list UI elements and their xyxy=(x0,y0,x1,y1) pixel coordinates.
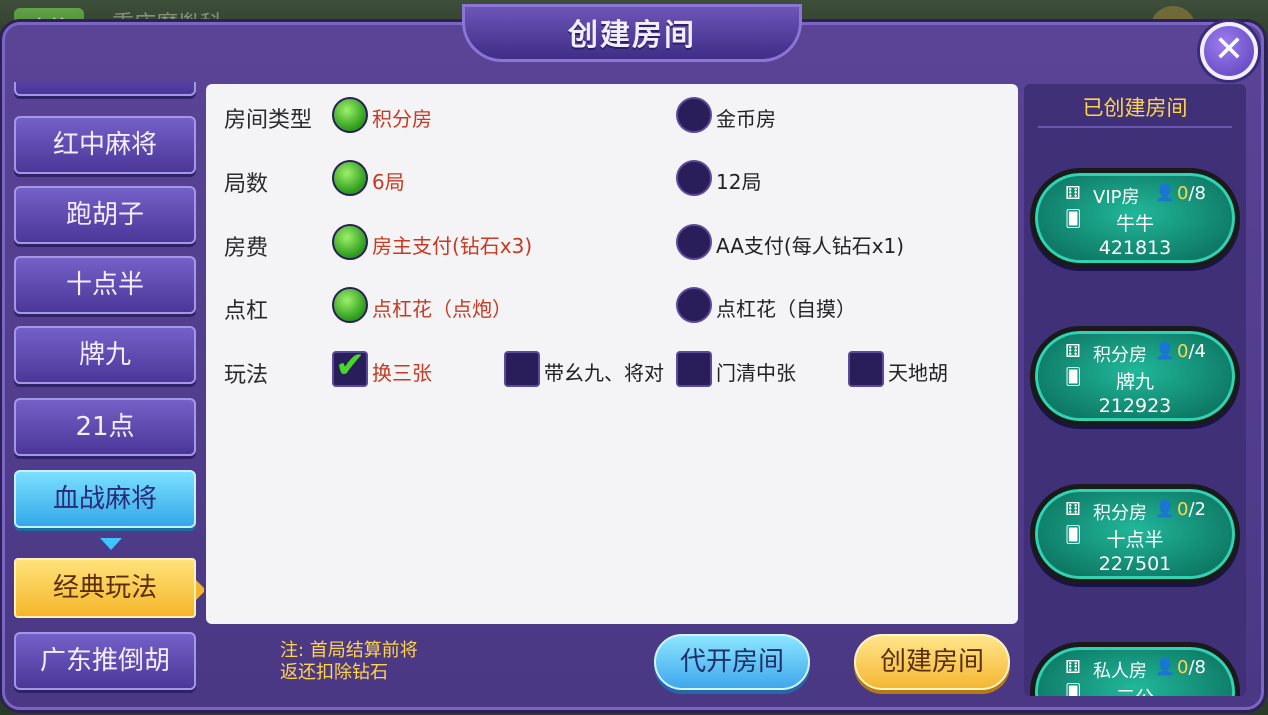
dice-icon: ⚅ xyxy=(1065,499,1081,520)
room-card[interactable]: ⚅ 私人房 👤 0/8 🂠 三公 xyxy=(1030,642,1240,696)
room-game-name: 牌九 xyxy=(1115,371,1154,393)
proxy-open-room-button[interactable]: 代开房间 xyxy=(654,634,810,690)
room-type: 私人房 xyxy=(1093,661,1147,682)
option-text-huan-san-zhang: 换三张 xyxy=(372,361,432,385)
created-rooms-title: 已创建房间 xyxy=(1082,96,1188,120)
room-type: 积分房 xyxy=(1093,503,1147,524)
room-player-count: 0/8 xyxy=(1177,657,1206,678)
radio-room-type-score[interactable] xyxy=(332,97,368,133)
room-game-name: 十点半 xyxy=(1106,529,1164,551)
fee-note-line-2: 返还扣除钻石 xyxy=(280,662,388,683)
option-text-dian-gang-zimo: 点杠花（自摸） xyxy=(716,297,856,321)
radio-fee-owner[interactable] xyxy=(332,224,368,260)
radio-rounds-12[interactable] xyxy=(676,160,712,196)
create-room-button[interactable]: 创建房间 xyxy=(854,634,1010,690)
close-button[interactable]: ✕ xyxy=(1200,22,1258,80)
room-player-count: 0/2 xyxy=(1177,499,1206,520)
radio-dian-gang-zimo[interactable] xyxy=(676,287,712,323)
option-label-room-type: 房间类型 xyxy=(224,108,313,133)
option-text-score-room: 积分房 xyxy=(372,107,432,131)
checkbox-dai-yao-jiu[interactable] xyxy=(504,351,540,387)
divider xyxy=(1038,126,1232,128)
room-player-count: 0/4 xyxy=(1177,341,1206,362)
radio-fee-aa[interactable] xyxy=(676,224,712,260)
game-item-guangdong[interactable]: 广东推倒胡 xyxy=(14,632,196,690)
room-game-name: 牛牛 xyxy=(1115,213,1154,235)
room-card[interactable]: ⚅ 积分房 👤 0/4 🂠 牌九 212923 xyxy=(1030,326,1240,426)
option-label-dian-gang: 点杠 xyxy=(224,299,269,324)
checkbox-men-qing[interactable] xyxy=(676,351,712,387)
radio-rounds-6[interactable] xyxy=(332,160,368,196)
room-id: 421813 xyxy=(1098,237,1172,259)
game-item-hongzhong[interactable]: 红中麻将 xyxy=(14,116,196,174)
fee-note-line-1: 注: 首局结算前将 xyxy=(280,640,418,661)
fee-note: 注: 首局结算前将 返还扣除钻石 xyxy=(280,640,418,684)
dice-icon: ⚅ xyxy=(1065,341,1081,362)
options-panel: 房间类型 积分房 金币房 局数 6局 12局 房费 房主支付(钻石x3) AA支… xyxy=(206,84,1018,624)
option-text-coin-room: 金币房 xyxy=(716,107,776,131)
close-icon: ✕ xyxy=(1213,29,1245,70)
option-text-6-rounds: 6局 xyxy=(372,170,405,194)
option-text-tian-di-hu: 天地胡 xyxy=(888,361,948,385)
option-text-aa-pays: AA支付(每人钻石x1) xyxy=(716,234,905,258)
game-list: 红中麻将 跑胡子 十点半 牌九 21点 血战麻将 经典玩法 广东推倒胡 xyxy=(8,82,204,698)
room-player-count: 0/8 xyxy=(1177,183,1206,204)
game-item-xuezhan[interactable]: 血战麻将 xyxy=(14,470,196,528)
option-label-play: 玩法 xyxy=(224,363,269,388)
room-card[interactable]: ⚅ VIP房 👤 0/8 🂠 牛牛 421813 xyxy=(1030,168,1240,268)
person-icon: 👤 xyxy=(1155,183,1175,202)
game-item-paohuzi[interactable]: 跑胡子 xyxy=(14,186,196,244)
game-item-paijiu[interactable]: 牌九 xyxy=(14,326,196,384)
room-id: 212923 xyxy=(1098,395,1172,417)
expand-arrow-icon xyxy=(100,538,122,550)
dialog-title: 创建房间 xyxy=(568,18,696,53)
game-item-21dian[interactable]: 21点 xyxy=(14,398,196,456)
room-game-name: 三公 xyxy=(1035,683,1235,696)
option-text-dai-yao-jiu: 带幺九、将对 xyxy=(544,361,664,385)
person-icon: 👤 xyxy=(1155,499,1175,518)
sub-mode-classic[interactable]: 经典玩法 xyxy=(14,558,204,618)
room-type: VIP房 xyxy=(1093,187,1140,208)
room-type: 积分房 xyxy=(1093,345,1147,366)
person-icon: 👤 xyxy=(1155,341,1175,360)
option-label-rounds: 局数 xyxy=(224,172,269,197)
dice-icon: ⚅ xyxy=(1065,183,1081,204)
checkbox-tian-di-hu[interactable] xyxy=(848,351,884,387)
game-item-clipped[interactable] xyxy=(14,82,196,96)
radio-room-type-coin[interactable] xyxy=(676,97,712,133)
created-rooms-panel: 已创建房间 ⚅ VIP房 👤 0/8 🂠 牛牛 421813 ⚅ 积分房 👤 0… xyxy=(1024,84,1246,696)
person-icon: 👤 xyxy=(1155,657,1175,676)
option-text-12-rounds: 12局 xyxy=(716,170,762,194)
room-card[interactable]: ⚅ 积分房 👤 0/2 🂠 十点半 227501 xyxy=(1030,484,1240,584)
game-item-shidianban[interactable]: 十点半 xyxy=(14,256,196,314)
option-text-dian-gang-pao: 点杠花（点炮） xyxy=(372,297,512,321)
room-id: 227501 xyxy=(1098,553,1172,575)
option-label-fee: 房费 xyxy=(224,236,269,261)
radio-dian-gang-pao[interactable] xyxy=(332,287,368,323)
dice-icon: ⚅ xyxy=(1065,657,1081,678)
option-text-men-qing: 门清中张 xyxy=(716,361,796,385)
checkbox-huan-san-zhang[interactable] xyxy=(332,345,368,387)
option-text-owner-pays: 房主支付(钻石x3) xyxy=(372,234,533,258)
